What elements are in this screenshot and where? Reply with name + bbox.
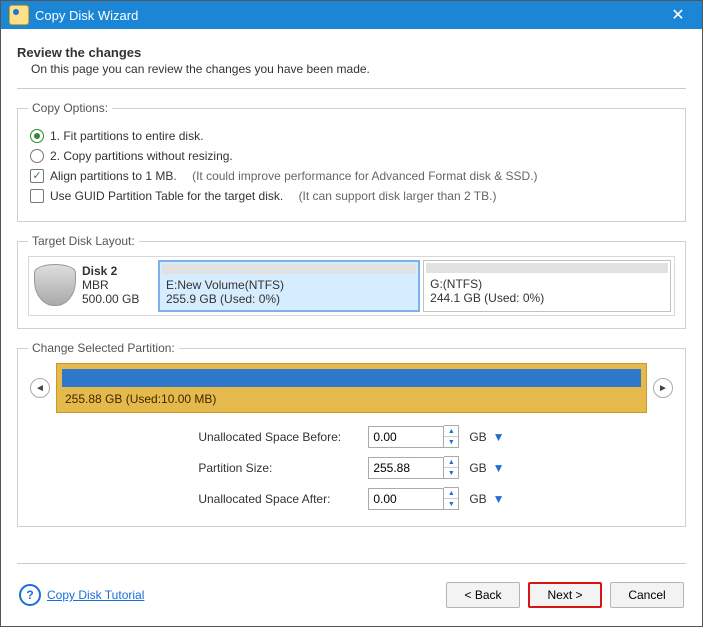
spin-down-icon[interactable]: ▼ bbox=[444, 468, 458, 478]
selected-partition-text: 255.88 GB (Used:10.00 MB) bbox=[57, 392, 646, 406]
disk-size: 500.00 GB bbox=[82, 292, 152, 306]
checkbox-icon bbox=[30, 189, 44, 203]
close-icon[interactable]: ✕ bbox=[662, 5, 694, 25]
disk-layout: Disk 2 MBR 500.00 GB E:New Volume(NTFS)2… bbox=[28, 256, 675, 316]
app-icon bbox=[9, 5, 29, 25]
unit-dropdown[interactable]: ▼ bbox=[493, 461, 505, 475]
partition-map: E:New Volume(NTFS)255.9 GB (Used: 0%) G:… bbox=[158, 260, 671, 312]
disk-icon bbox=[34, 264, 76, 306]
option-fit[interactable]: 1. Fit partitions to entire disk. bbox=[30, 129, 673, 143]
unit-dropdown[interactable]: ▼ bbox=[493, 492, 505, 506]
wizard-body: Review the changes On this page you can … bbox=[1, 29, 702, 626]
target-layout-group: Target Disk Layout: Disk 2 MBR 500.00 GB… bbox=[17, 234, 686, 329]
copy-options-legend: Copy Options: bbox=[28, 101, 112, 115]
option-align[interactable]: Align partitions to 1 MB. (It could impr… bbox=[30, 169, 673, 183]
titlebar[interactable]: Copy Disk Wizard ✕ bbox=[1, 1, 702, 29]
tutorial-link[interactable]: Copy Disk Tutorial bbox=[47, 588, 144, 602]
cancel-button[interactable]: Cancel bbox=[610, 582, 684, 608]
change-partition-group: Change Selected Partition: ◄ 255.88 GB (… bbox=[17, 341, 686, 527]
spin-up-icon[interactable]: ▲ bbox=[444, 457, 458, 468]
unit-dropdown[interactable]: ▼ bbox=[493, 430, 505, 444]
space-after-row: Unallocated Space After: ▲▼ GB▼ bbox=[198, 487, 504, 510]
option-guid[interactable]: Use GUID Partition Table for the target … bbox=[30, 189, 673, 203]
window-title: Copy Disk Wizard bbox=[35, 8, 662, 23]
usage-bar bbox=[162, 264, 416, 274]
size-controls: Unallocated Space Before: ▲▼ GB▼ Partiti… bbox=[28, 421, 675, 514]
usage-bar bbox=[426, 263, 668, 273]
selected-fill bbox=[62, 369, 641, 387]
spin-up-icon[interactable]: ▲ bbox=[444, 426, 458, 437]
spin-up-icon[interactable]: ▲ bbox=[444, 488, 458, 499]
option-no-resize[interactable]: 2. Copy partitions without resizing. bbox=[30, 149, 673, 163]
divider bbox=[17, 88, 686, 89]
help-icon[interactable]: ? bbox=[19, 584, 41, 606]
partition-slider: ◄ 255.88 GB (Used:10.00 MB) ► bbox=[28, 363, 675, 413]
scroll-right-button[interactable]: ► bbox=[653, 378, 673, 398]
checkbox-icon bbox=[30, 169, 44, 183]
copy-options-group: Copy Options: 1. Fit partitions to entir… bbox=[17, 101, 686, 222]
radio-icon bbox=[30, 129, 44, 143]
space-before-row: Unallocated Space Before: ▲▼ GB▼ bbox=[198, 425, 504, 448]
page-subtitle: On this page you can review the changes … bbox=[31, 62, 686, 76]
back-button[interactable]: < Back bbox=[446, 582, 520, 608]
next-button[interactable]: Next > bbox=[528, 582, 602, 608]
page-title: Review the changes bbox=[17, 45, 686, 60]
spin-down-icon[interactable]: ▼ bbox=[444, 437, 458, 447]
partition-size-input[interactable] bbox=[368, 457, 444, 479]
scroll-left-button[interactable]: ◄ bbox=[30, 378, 50, 398]
wizard-window: Copy Disk Wizard ✕ Review the changes On… bbox=[0, 0, 703, 627]
disk-style: MBR bbox=[82, 278, 152, 292]
partition-g[interactable]: G:(NTFS)244.1 GB (Used: 0%) bbox=[423, 260, 671, 312]
divider bbox=[17, 563, 686, 564]
space-before-input[interactable] bbox=[368, 426, 444, 448]
change-partition-legend: Change Selected Partition: bbox=[28, 341, 179, 355]
partition-size-row: Partition Size: ▲▼ GB▼ bbox=[198, 456, 504, 479]
spin-down-icon[interactable]: ▼ bbox=[444, 499, 458, 509]
disk-name: Disk 2 bbox=[82, 264, 152, 278]
target-layout-legend: Target Disk Layout: bbox=[28, 234, 139, 248]
partition-e[interactable]: E:New Volume(NTFS)255.9 GB (Used: 0%) bbox=[158, 260, 420, 312]
radio-icon bbox=[30, 149, 44, 163]
selected-partition-bar[interactable]: 255.88 GB (Used:10.00 MB) bbox=[56, 363, 647, 413]
disk-info: Disk 2 MBR 500.00 GB bbox=[82, 260, 158, 312]
wizard-footer: ? Copy Disk Tutorial < Back Next > Cance… bbox=[17, 559, 686, 618]
space-after-input[interactable] bbox=[368, 488, 444, 510]
